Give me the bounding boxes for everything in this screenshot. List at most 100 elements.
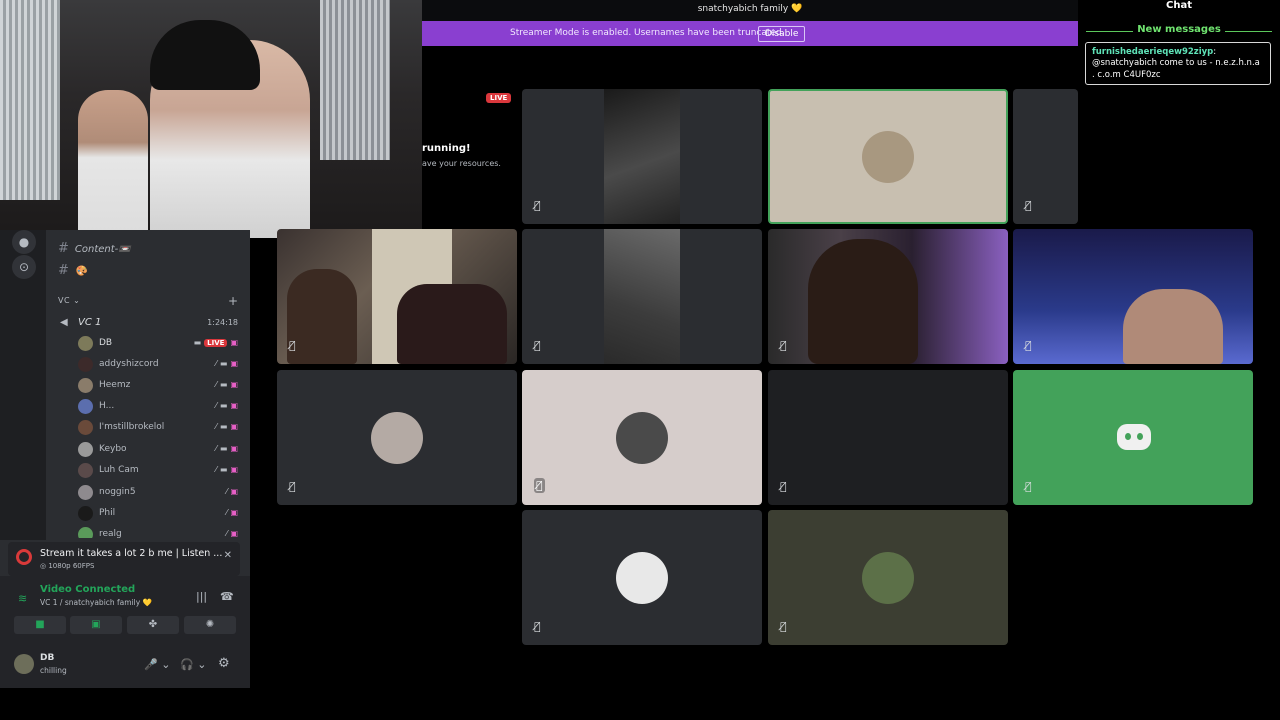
voice-user[interactable]: Keybo ⁄ ▬ ▣ [78,440,242,460]
video-tile[interactable]: 🎙̸ [1013,89,1078,224]
friend-figure [78,90,148,238]
mic-muted-icon: 🎙̸ [780,480,787,493]
voice-user-name: addyshizcord [99,359,159,369]
camera-icon: ▬ [219,465,228,474]
activity-icon: ▣ [230,359,238,368]
speaker-icon: ◀ [60,317,68,328]
streamer-mode-banner: Streamer Mode is enabled. Usernames have… [422,21,1078,46]
video-tile[interactable]: 🎙̸ [522,510,762,645]
video-tile[interactable]: 🎙̸ [768,510,1008,645]
voice-user[interactable]: addyshizcord ⁄ ▬ ▣ [78,355,242,375]
discord-logo-icon [1117,424,1151,450]
window-blinds [0,0,60,200]
voice-user[interactable]: Phil ⁄ ▣ [78,504,242,524]
mic-muted-icon: ⁄ [215,401,217,410]
stream-title: Stream it takes a lot 2 b me | Listen ..… [40,548,223,559]
avatar[interactable] [14,654,34,674]
avatar [78,420,93,435]
avatar [78,399,93,414]
activity-icon: ▣ [230,508,238,517]
voice-user-name: DB [99,338,113,348]
mic-muted-icon: 🎙̸ [534,620,541,633]
voice-user-name: Keybo [99,444,127,454]
disable-streamer-mode-button[interactable]: Disable [758,26,806,42]
video-feed [1123,289,1223,364]
video-tile[interactable]: 🎙̸ [768,370,1008,505]
screen-share-button[interactable]: ▣ [70,616,122,634]
disconnect-icon[interactable]: ☎ [220,590,234,603]
add-channel-icon[interactable]: + [228,294,238,308]
activity-icon: ▣ [230,422,238,431]
voice-user[interactable]: I'mstillbrokelol ⁄ ▬ ▣ [78,418,242,438]
voice-channel-vc1[interactable]: ◀ VC 1 1:24:18 [56,314,242,332]
camera-toggle-button[interactable]: ■ [14,616,66,634]
mic-muted-icon: ⁄ [215,380,217,389]
mic-muted-icon: 🎙̸ [534,339,541,352]
voice-user[interactable]: noggin5 ⁄ ▣ [78,483,242,503]
chat-text: @snatchyabich come to us - n.e.z.h.n.a .… [1092,58,1260,80]
video-tile[interactable]: 🎙̸ [522,229,762,364]
voice-user[interactable]: Luh Cam ⁄ ▬ ▣ [78,461,242,481]
avatar [78,527,93,538]
video-feed [808,239,918,364]
voice-user[interactable]: Heemz ⁄ ▬ ▣ [78,376,242,396]
voice-user[interactable]: DB ▬ LIVE ▣ [78,334,242,354]
microphone-icon[interactable]: 🎤 ⌄ [144,658,170,671]
noise-suppression-icon[interactable]: ||| [196,590,207,603]
text-channel[interactable]: # Content-📼 [58,240,131,258]
mic-muted-icon: ⁄ [226,508,228,517]
streamer-mode-text: Streamer Mode is enabled. Usernames have… [510,28,785,38]
video-tile[interactable]: 🎙̸ [522,89,762,224]
text-channel[interactable]: # 🎨 [58,262,87,280]
voice-user-name: Heemz [99,380,131,390]
voice-user-icons: ⁄ ▬ ▣ [213,422,238,431]
voice-channel-timer: 1:24:18 [207,318,238,327]
video-tile[interactable]: 🎙̸ [522,370,762,505]
video-tile[interactable]: 🎙̸ [277,229,517,364]
activity-icon: ▣ [230,465,238,474]
signal-icon[interactable]: ≋ [18,592,27,605]
voice-user-icons: ⁄ ▣ [223,508,238,517]
custom-status[interactable]: chilling [40,666,67,675]
headphones-icon[interactable]: 🎧 ⌄ [180,658,206,671]
mic-muted-icon: ⁄ [215,444,217,453]
voice-user-icons: ⁄ ▣ [223,487,238,496]
video-tile[interactable]: 🎙̸ [277,370,517,505]
video-tile[interactable]: 🎙̸ [1013,370,1253,505]
soundboard-button[interactable]: ✺ [184,616,236,634]
server-icon[interactable]: ● [12,230,36,254]
avatar [78,506,93,521]
voice-status-channel[interactable]: VC 1 / snatchyabich family 💛 [40,598,152,607]
avatar [78,357,93,372]
mic-muted-icon: 🎙̸ [780,620,787,633]
voice-user-icons: ⁄ ▬ ▣ [213,465,238,474]
video-tile[interactable]: 🎙̸ [1013,229,1253,364]
voice-category[interactable]: VC ⌄ [58,296,80,305]
activity-panel: LIVE running! ave your resources. [422,46,520,230]
voice-user[interactable]: H... ⁄ ▬ ▣ [78,397,242,417]
stream-preview-card[interactable]: Stream it takes a lot 2 b me | Listen ..… [8,542,240,576]
username[interactable]: DB [40,653,54,663]
server-title: snatchyabich family 💛 [697,4,803,14]
close-icon[interactable]: ✕ [224,550,232,561]
beanie [150,20,260,90]
voice-user-icons: ⁄ ▬ ▣ [213,380,238,389]
user-avatar [371,411,423,464]
mic-muted-icon: ⁄ [215,465,217,474]
activity-icon: ▣ [230,401,238,410]
voice-user-icons: ▬ LIVE ▣ [191,338,238,347]
voice-user[interactable]: realg ⁄ ▣ [78,525,242,538]
voice-status[interactable]: Video Connected [40,584,135,595]
camera-icon: ▬ [219,359,228,368]
title-bar: snatchyabich family 💛 [422,0,1078,21]
video-tile-speaking[interactable] [768,89,1008,224]
server-rail: ● ⊙ [0,230,46,540]
video-tile[interactable]: 🎙̸ [768,229,1008,364]
chat-title: Chat [1166,0,1192,11]
activities-button[interactable]: ✤ [127,616,179,634]
voice-user-name: H... [99,401,115,411]
stream-quality: ◎ 1080p 60FPS [40,562,95,570]
discover-icon[interactable]: ⊙ [12,255,36,279]
gear-icon[interactable]: ⚙ [218,656,230,671]
user-avatar [616,551,668,604]
